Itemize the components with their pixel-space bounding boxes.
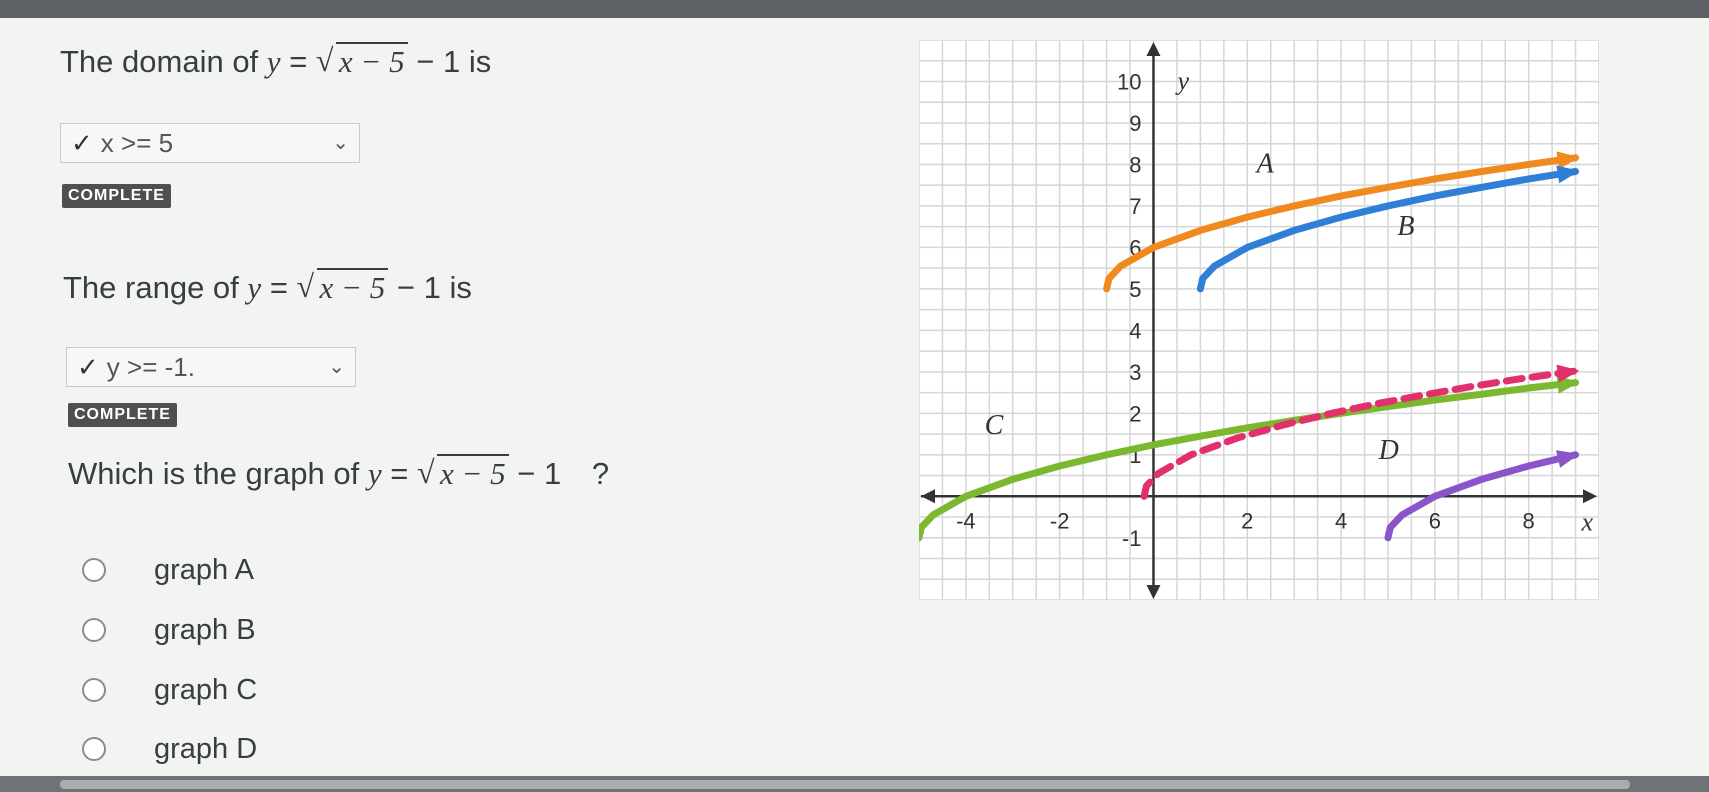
range-answer-value: y >= -1. bbox=[106, 351, 195, 382]
graph-question-prefix: Which is the graph of bbox=[68, 456, 360, 491]
series-label-c: C bbox=[985, 410, 1004, 441]
graph-question: Which is the graph of y = x − 5 − 1 ? bbox=[68, 454, 610, 492]
graph-panel: -4 -2 2 4 6 8 -1 1 2 3 4 5 6 7 8 9 10 x y A B C D bbox=[915, 39, 1600, 601]
x-axis-arrow bbox=[921, 489, 935, 504]
equation-tail: − 1 bbox=[517, 456, 562, 491]
option-label: graph D bbox=[154, 732, 258, 765]
option-label: graph B bbox=[154, 613, 256, 646]
y-tick-label: 3 bbox=[1129, 360, 1141, 385]
series-label-d: D bbox=[1378, 435, 1399, 466]
square-root: x − 5 bbox=[297, 268, 389, 306]
range-complete-badge: COMPLETE bbox=[68, 403, 177, 427]
equation-equals: = bbox=[390, 456, 409, 491]
domain-question: The domain of y = x − 5 − 1 is bbox=[60, 42, 492, 80]
scrollbar[interactable] bbox=[0, 776, 1709, 792]
option-graph-a[interactable]: graph A bbox=[82, 550, 254, 590]
x-tick-label: 6 bbox=[1429, 508, 1441, 533]
x-tick-label: -4 bbox=[956, 508, 976, 533]
scrollbar-thumb[interactable] bbox=[60, 780, 1630, 789]
equation-tail: − 1 bbox=[396, 270, 441, 305]
x-axis-arrow bbox=[1583, 489, 1597, 504]
equation-tail: − 1 bbox=[416, 44, 461, 79]
check-icon: ✓ bbox=[77, 351, 99, 382]
y-axis-arrow bbox=[1146, 585, 1161, 599]
radicand: x − 5 bbox=[436, 454, 509, 491]
y-tick-label: 9 bbox=[1129, 111, 1141, 136]
radicand: x − 5 bbox=[316, 268, 389, 305]
x-tick-label: 2 bbox=[1241, 508, 1253, 533]
domain-answer-dropdown[interactable]: ✓ x >= 5 ⌄ bbox=[60, 123, 360, 163]
equation-equals: = bbox=[269, 270, 288, 305]
range-question-suffix: is bbox=[449, 270, 472, 305]
domain-question-prefix: The domain of bbox=[60, 44, 259, 79]
radio-button[interactable] bbox=[82, 558, 106, 582]
function-graph: -4 -2 2 4 6 8-112345678910xyABCD bbox=[915, 39, 1600, 601]
option-graph-b[interactable]: graph B bbox=[82, 610, 256, 650]
browser-top-bar bbox=[0, 0, 1709, 18]
graph-question-suffix: ? bbox=[591, 456, 610, 491]
radio-button[interactable] bbox=[82, 618, 106, 642]
equation-y: y bbox=[247, 270, 262, 305]
x-tick-label: 8 bbox=[1523, 508, 1535, 533]
domain-complete-label: COMPLETE bbox=[68, 187, 165, 204]
y-tick-label: 10 bbox=[1117, 69, 1141, 94]
option-graph-d[interactable]: graph D bbox=[82, 729, 257, 769]
series-label-b: B bbox=[1397, 211, 1414, 242]
x-tick-label: 4 bbox=[1335, 508, 1347, 533]
range-complete-label: COMPLETE bbox=[74, 406, 171, 423]
domain-question-suffix: is bbox=[468, 44, 492, 79]
option-label: graph C bbox=[154, 673, 258, 706]
equation-y: y bbox=[266, 44, 281, 79]
y-tick-label: 5 bbox=[1129, 277, 1141, 302]
y-tick-label: 8 bbox=[1129, 152, 1141, 177]
domain-complete-badge: COMPLETE bbox=[62, 184, 171, 208]
y-tick-label: 7 bbox=[1129, 194, 1141, 219]
y-tick-label: 4 bbox=[1129, 318, 1141, 343]
radio-button[interactable] bbox=[82, 737, 106, 761]
option-graph-c[interactable]: graph C bbox=[82, 670, 257, 710]
radicand: x − 5 bbox=[335, 42, 408, 79]
x-axis-label: x bbox=[1581, 507, 1594, 536]
y-axis-arrow bbox=[1146, 42, 1161, 56]
radio-button[interactable] bbox=[82, 678, 106, 702]
square-root: x − 5 bbox=[316, 42, 408, 80]
series-label-a: A bbox=[1255, 149, 1275, 180]
square-root: x − 5 bbox=[417, 454, 509, 492]
option-label: graph A bbox=[154, 553, 254, 586]
y-axis-label: y bbox=[1174, 66, 1189, 95]
range-question-prefix: The range of bbox=[63, 270, 239, 305]
check-icon: ✓ bbox=[71, 127, 93, 158]
x-tick-label: -2 bbox=[1050, 508, 1070, 533]
chevron-down-icon: ⌄ bbox=[328, 356, 345, 378]
range-answer-dropdown[interactable]: ✓ y >= -1. ⌄ bbox=[66, 347, 356, 387]
domain-answer-value: x >= 5 bbox=[100, 127, 174, 158]
chevron-down-icon: ⌄ bbox=[332, 132, 349, 154]
range-question: The range of y = x − 5 − 1 is bbox=[63, 268, 472, 306]
y-tick-label: 2 bbox=[1129, 401, 1141, 426]
equation-y: y bbox=[367, 456, 382, 491]
equation-equals: = bbox=[289, 44, 308, 79]
y-tick-label: -1 bbox=[1122, 526, 1142, 551]
